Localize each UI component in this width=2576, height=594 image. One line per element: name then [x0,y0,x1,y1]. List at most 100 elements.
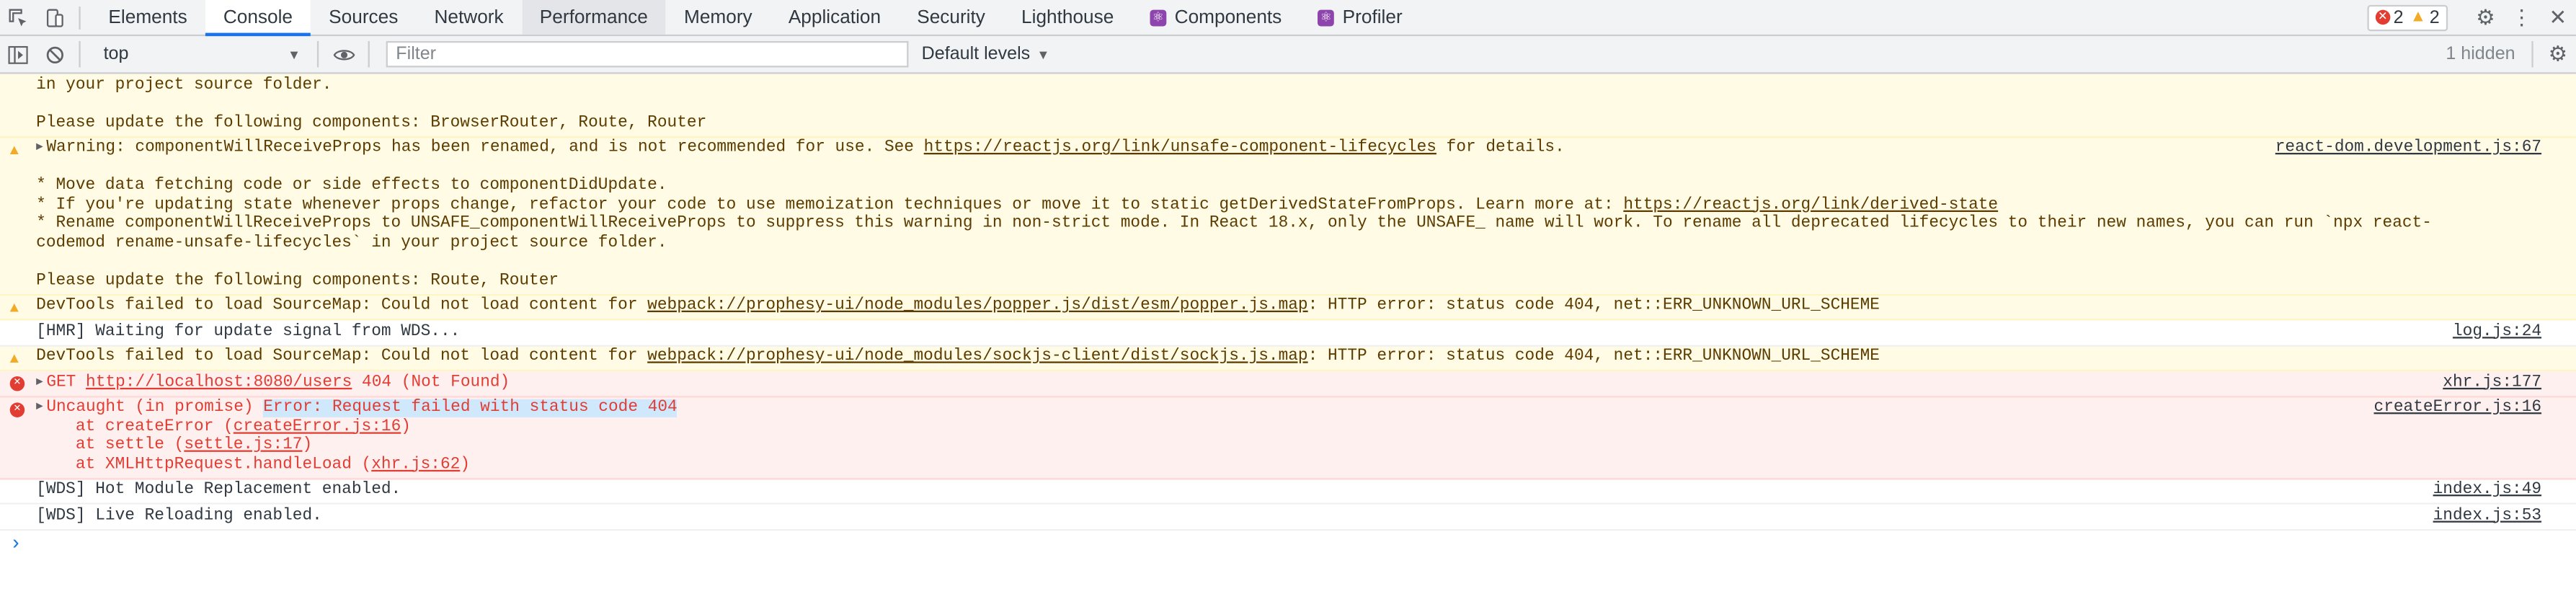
tab-lighthouse[interactable]: Lighthouse [1003,0,1132,35]
error-count: 2 [2393,7,2404,27]
toolbar-separator [79,40,81,68]
expand-arrow-icon[interactable]: ▶ [36,140,43,159]
message-text: GET [46,373,86,392]
tab-label: Application [788,7,881,27]
message-link[interactable]: http://localhost:8080/users [86,374,352,392]
message-text: DevTools failed to load SourceMap: Could… [36,297,648,316]
tab-label: Components [1174,7,1282,27]
warning-count: 2 [2429,7,2440,27]
tab-memory[interactable]: Memory [666,0,770,35]
message-text: Please update the following components: … [36,272,559,291]
context-select[interactable]: top ▼ [94,41,311,67]
tab-profiler[interactable]: ⚛ Profiler [1300,0,1420,35]
source-link[interactable]: react-dom.development.js:67 [2275,140,2541,159]
message-link[interactable]: https://reactjs.org/link/unsafe-componen… [924,140,1436,158]
stack-frame: ) [302,437,313,456]
console-message-log: [HMR] Waiting for update signal from WDS… [0,320,2576,346]
device-toolbar-icon[interactable] [36,0,72,35]
tabbar-separator [79,5,81,29]
devtools-tabbar: Elements Console Sources Network Perform… [0,0,2576,37]
message-text: : HTTP error: status code 404, net::ERR_… [1307,297,1880,316]
stack-frame-link[interactable]: xhr.js:62 [371,456,460,474]
react-icon: ⚛ [1318,9,1335,26]
sidebar-toggle-icon[interactable] [0,37,36,71]
log-levels-label: Default levels [921,44,1031,64]
message-highlight: Error: Request failed with status code 4… [263,399,678,417]
tab-sources[interactable]: Sources [311,0,416,35]
tab-console[interactable]: Console [205,0,311,37]
more-options-icon[interactable]: ⋮ [2504,0,2540,35]
filter-input[interactable] [386,40,909,68]
tab-elements[interactable]: Elements [90,0,205,35]
message-text: * If you're updating state whenever prop… [36,196,1624,215]
stack-frame: at XMLHttpRequest.handleLoad ( [36,456,372,474]
source-link[interactable]: index.js:53 [2433,507,2541,526]
inspect-element-icon[interactable] [0,0,36,35]
expand-arrow-icon[interactable]: ▶ [36,399,43,418]
console-settings-icon[interactable]: ⚙ [2540,37,2576,71]
tab-security[interactable]: Security [899,0,1003,35]
live-expression-eye-icon[interactable] [325,37,361,71]
message-text: * Move data fetching code or side effect… [36,177,667,196]
issue-counts[interactable]: ✕ 2 ▲ 2 [2367,4,2448,31]
tab-label: Sources [329,7,399,27]
message-text: DevTools failed to load SourceMap: Could… [36,348,648,367]
console-message-log: [WDS] Hot Module Replacement enabled. ind… [0,479,2576,505]
tab-performance[interactable]: Performance [521,0,666,35]
console-toolbar: top ▼ Default levels ▼ 1 hidden ⚙ [0,36,2576,74]
tab-label: Memory [684,7,752,27]
tab-label: Console [223,7,293,27]
source-link[interactable]: createError.js:16 [2374,399,2542,418]
message-link[interactable]: webpack://prophesy-ui/node_modules/poppe… [647,298,1307,316]
tab-label: Security [917,7,985,27]
message-text: Uncaught (in promise) [46,399,264,417]
console-message-warning: ▲ DevTools failed to load SourceMap: Coul… [0,345,2576,372]
warning-icon: ▲ [9,299,19,316]
tab-label: Profiler [1342,7,1403,27]
message-text: : HTTP error: status code 404, net::ERR_… [1307,348,1880,367]
console-message-error[interactable]: ✕ ▶ Uncaught (in promise) Error: Request f… [0,396,2576,479]
toolbar-separator [368,40,370,68]
tab-network[interactable]: Network [416,0,521,35]
message-text: 404 (Not Found) [352,373,510,392]
source-link[interactable]: log.js:24 [2453,323,2541,342]
message-text: [HMR] Waiting for update signal from WDS… [36,322,461,341]
log-levels-select[interactable]: Default levels ▼ [922,45,1050,64]
tab-components[interactable]: ⚛ Components [1132,0,1300,35]
dropdown-arrow-icon: ▼ [288,46,301,62]
message-text: * Rename componentWillReceiveProps to UN… [36,215,2432,252]
message-link[interactable]: https://reactjs.org/link/derived-state [1623,196,1998,214]
message-text: for details. [1436,139,1565,158]
stack-frame-link[interactable]: createError.js:16 [234,418,401,436]
stack-frame: ) [401,418,412,437]
react-icon: ⚛ [1150,9,1167,26]
clear-console-icon[interactable] [36,37,72,71]
close-icon[interactable]: ✕ [2540,0,2576,35]
console-message-warning: ▲ DevTools failed to load SourceMap: Coul… [0,295,2576,321]
stack-frame: at settle ( [36,437,185,456]
source-link[interactable]: index.js:49 [2433,482,2541,500]
tab-application[interactable]: Application [770,0,899,35]
message-text: Please update the following components: … [36,114,707,133]
source-link[interactable]: xhr.js:177 [2443,374,2541,393]
console-prompt[interactable]: › [0,530,2576,559]
message-text: [WDS] Hot Module Replacement enabled. [36,481,401,500]
stack-frame: ) [460,456,471,474]
warning-icon: ▲ [9,142,19,159]
expand-arrow-icon[interactable]: ▶ [36,374,43,393]
dropdown-arrow-icon: ▼ [1036,46,1050,62]
console-message-error[interactable]: ✕ ▶ GET http://localhost:8080/users 404 (N… [0,371,2576,397]
settings-icon[interactable]: ⚙ [2468,0,2504,35]
toolbar-separator [2531,40,2533,68]
console-message-warning: in your project source folder. Please up… [0,74,2576,138]
console-message-log: [WDS] Live Reloading enabled. index.js:53 [0,504,2576,531]
console-message-warning[interactable]: ▲ ▶ Warning: componentWillReceiveProps has… [0,137,2576,296]
toolbar-separator [316,40,319,68]
tab-label: Performance [539,7,648,27]
message-text: in your project source folder. [36,76,332,95]
prompt-chevron-icon: › [9,531,22,555]
warning-icon: ▲ [2410,8,2427,27]
stack-frame-link[interactable]: settle.js:17 [184,437,302,455]
message-link[interactable]: webpack://prophesy-ui/node_modules/sockj… [647,348,1307,366]
tab-label: Elements [108,7,187,27]
